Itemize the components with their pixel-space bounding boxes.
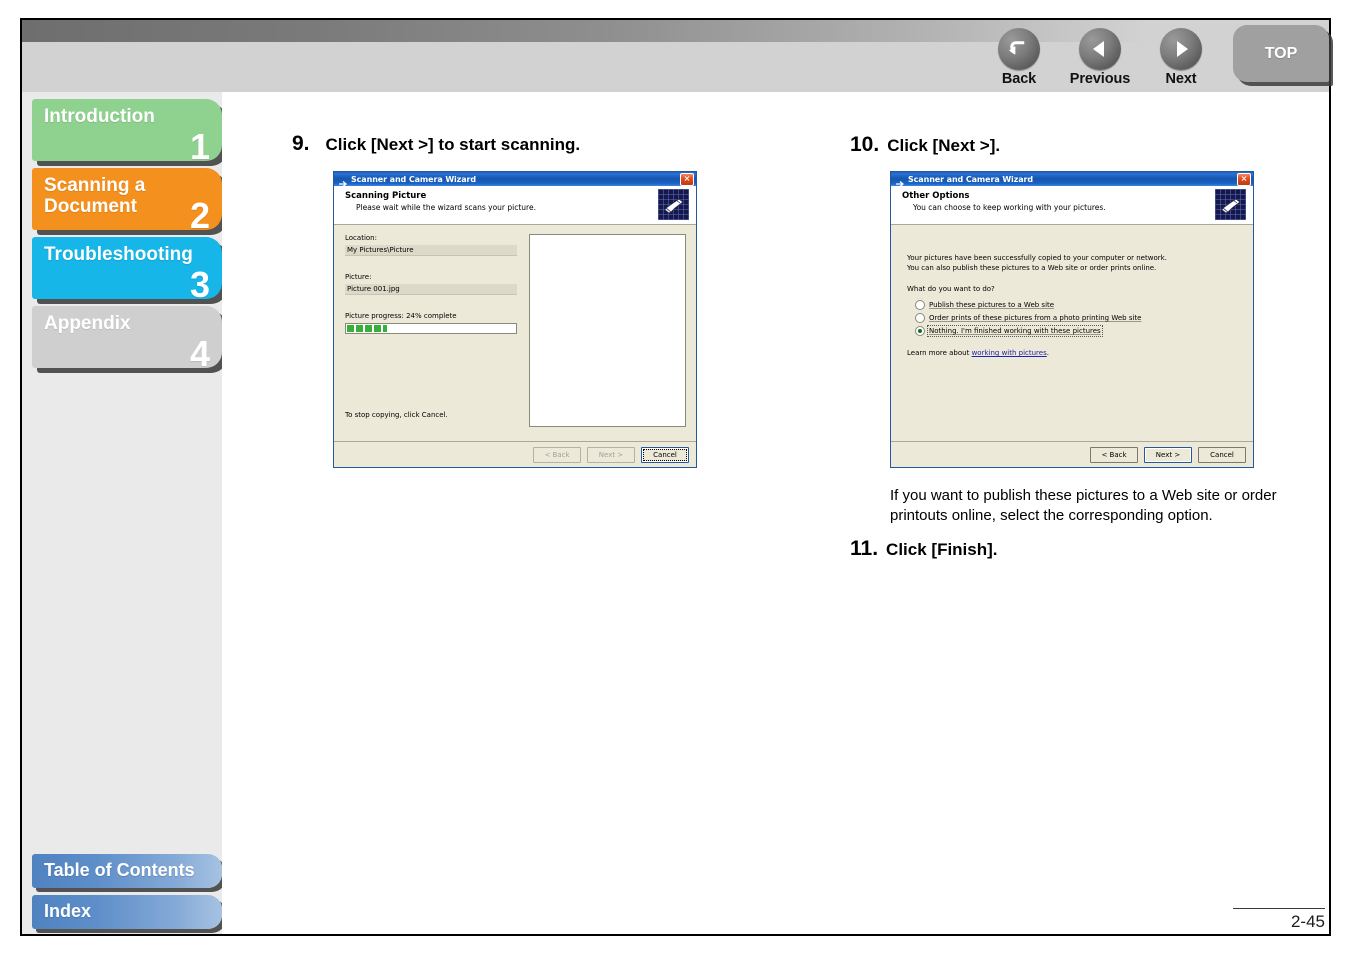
option-nothing-finished[interactable]: Nothing. I'm finished working with these…	[915, 325, 1103, 337]
options-dialog-footer: < Back Next > Cancel	[891, 441, 1253, 467]
step-11: 11. Click [Finish].	[850, 537, 998, 561]
page-number-text: 2-45	[1290, 912, 1325, 931]
step-10-text: Click [Next >].	[887, 136, 1001, 155]
previous-button-label: Previous	[1069, 71, 1131, 87]
left-triangle-icon	[1079, 28, 1121, 70]
options-dialog-titlebar: Scanner and Camera Wizard ×	[891, 172, 1253, 187]
options-back-button[interactable]: < Back	[1090, 446, 1138, 463]
sidebar-item-index-label: Index	[44, 901, 92, 921]
scanning-cancel-button[interactable]: Cancel	[641, 446, 689, 463]
location-label: Location:	[345, 234, 377, 242]
wizard-window-icon	[895, 174, 905, 187]
picture-value: Picture 001.jpg	[345, 284, 517, 295]
wizard-window-icon	[338, 174, 348, 187]
option-publish-to-web[interactable]: Publish these pictures to a Web site	[915, 300, 1054, 310]
step-10: 10. Click [Next >].	[850, 133, 1000, 157]
location-value: My Pictures\Picture	[345, 245, 517, 256]
options-question: What do you want to do?	[907, 285, 995, 293]
page-border-bottom	[20, 934, 1331, 936]
learn-more-prefix: Learn more about	[907, 349, 972, 357]
publish-note: If you want to publish these pictures to…	[890, 487, 1277, 524]
options-cancel-button[interactable]: Cancel	[1198, 446, 1246, 463]
sidebar-item-index[interactable]: Index	[32, 895, 222, 929]
options-dialog-body: Your pictures have been successfully cop…	[891, 225, 1253, 467]
top-button[interactable]: TOP	[1233, 25, 1329, 82]
header-navigation: Back Previous Next	[985, 28, 1215, 92]
options-dialog-subheading: You can choose to keep working with your…	[913, 203, 1106, 212]
page-border-right	[1329, 18, 1331, 936]
picture-label: Picture:	[345, 273, 372, 281]
scanning-dialog-title: Scanner and Camera Wizard	[351, 174, 477, 184]
sidebar-item-introduction-label: Introduction	[44, 106, 155, 127]
option-order-prints[interactable]: Order prints of these pictures from a ph…	[915, 313, 1141, 323]
step-11-text: Click [Finish].	[886, 540, 998, 559]
sidebar-item-table-of-contents-label: Table of Contents	[44, 860, 195, 880]
cancel-hint: To stop copying, click Cancel.	[345, 411, 448, 419]
sidebar-item-appendix-label: Appendix	[44, 313, 131, 334]
options-paragraph-line1: Your pictures have been successfully cop…	[907, 254, 1167, 262]
working-with-pictures-link[interactable]: working with pictures	[972, 349, 1047, 357]
option-nothing-finished-label: Nothing. I'm finished working with these…	[927, 325, 1103, 337]
right-triangle-icon	[1160, 28, 1202, 70]
progress-bar	[345, 323, 517, 334]
scanning-next-button[interactable]: Next >	[587, 446, 635, 463]
options-dialog-title: Scanner and Camera Wizard	[908, 174, 1034, 184]
sidebar-item-introduction[interactable]: Introduction 1	[32, 99, 222, 161]
scanning-dialog-titlebar: Scanner and Camera Wizard ×	[334, 172, 696, 187]
page-number: 2-45	[1205, 908, 1325, 932]
page-number-rule	[1233, 908, 1325, 909]
scanning-picture-dialog: Scanner and Camera Wizard × Scanning Pic…	[333, 171, 697, 468]
step-11-number: 11.	[850, 537, 879, 560]
progress-label: Picture progress: 24% complete	[345, 312, 457, 320]
sidebar-item-troubleshooting[interactable]: Troubleshooting 3	[32, 237, 222, 299]
next-button-label: Next	[1165, 71, 1197, 87]
scanning-back-button[interactable]: < Back	[533, 446, 581, 463]
radio-icon	[915, 326, 925, 336]
sidebar-item-table-of-contents[interactable]: Table of Contents	[32, 854, 222, 888]
progress-bar-fill	[347, 325, 388, 332]
next-button[interactable]: Next	[1147, 28, 1215, 87]
sidebar-item-scanning-a-document-number: 2	[189, 195, 210, 231]
learn-more-suffix: .	[1046, 349, 1049, 357]
back-button[interactable]: Back	[985, 28, 1053, 87]
close-icon[interactable]: ×	[1237, 173, 1251, 186]
top-button-label: TOP	[1264, 44, 1298, 62]
sidebar-item-scanning-a-document[interactable]: Scanning a Document 2	[32, 168, 222, 230]
sidebar-item-troubleshooting-number: 3	[189, 264, 210, 300]
sidebar: Introduction 1 Scanning a Document 2 Tro…	[22, 92, 222, 934]
step-9: 9. Click [Next >] to start scanning.	[292, 132, 580, 156]
sidebar-item-appendix[interactable]: Appendix 4	[32, 306, 222, 368]
scan-preview-pane	[529, 234, 686, 427]
radio-icon	[915, 300, 925, 310]
scanning-dialog-body: Location: My Pictures\Picture Picture: P…	[334, 225, 696, 467]
radio-icon	[915, 313, 925, 323]
option-publish-to-web-label: Publish these pictures to a Web site	[929, 301, 1055, 309]
content-area: 9. Click [Next >] to start scanning. Sca…	[222, 92, 1329, 934]
back-button-label: Back	[1001, 71, 1037, 87]
step-9-number: 9.	[292, 132, 310, 155]
scanner-camera-icon	[1215, 189, 1246, 220]
step-10-number: 10.	[850, 133, 880, 156]
other-options-dialog: Scanner and Camera Wizard × Other Option…	[890, 171, 1254, 468]
close-icon[interactable]: ×	[680, 173, 694, 186]
manual-page: Back Previous Next TOP Introduction 1 Sc…	[0, 0, 1351, 954]
learn-more-line: Learn more about working with pictures.	[907, 349, 1049, 359]
scanning-dialog-heading: Scanning Picture	[345, 191, 427, 201]
sidebar-item-scanning-a-document-label: Scanning a Document	[44, 175, 146, 217]
sidebar-item-troubleshooting-label: Troubleshooting	[44, 244, 193, 265]
option-order-prints-label: Order prints of these pictures from a ph…	[929, 314, 1142, 322]
scanning-dialog-header: Scanning Picture Please wait while the w…	[334, 186, 696, 225]
step-9-text: Click [Next >] to start scanning.	[325, 135, 581, 154]
options-dialog-header: Other Options You can choose to keep wor…	[891, 186, 1253, 225]
scanning-dialog-footer: < Back Next > Cancel	[334, 441, 696, 467]
sidebar-item-introduction-number: 1	[189, 126, 210, 162]
scanning-dialog-subheading: Please wait while the wizard scans your …	[356, 203, 536, 212]
scanner-camera-icon	[658, 189, 689, 220]
options-dialog-heading: Other Options	[902, 191, 970, 201]
back-arrow-icon	[998, 28, 1040, 70]
sidebar-item-appendix-number: 4	[189, 333, 210, 369]
options-paragraph-line2: You can also publish these pictures to a…	[907, 264, 1157, 272]
previous-button[interactable]: Previous	[1066, 28, 1134, 87]
options-next-button[interactable]: Next >	[1144, 446, 1192, 463]
